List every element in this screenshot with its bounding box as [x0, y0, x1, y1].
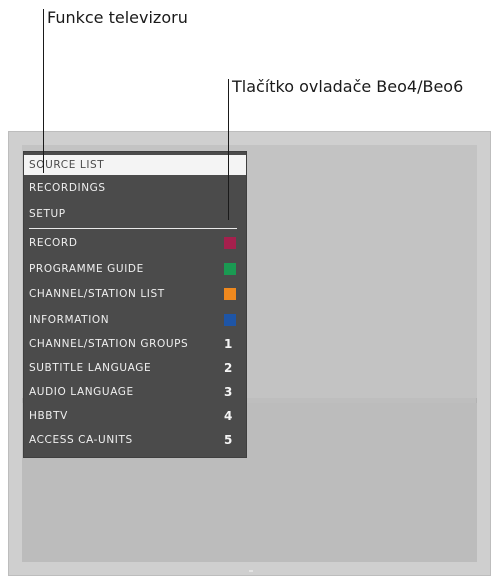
menu-item-subtitle-language[interactable]: SUBTITLE LANGUAGE 2 — [24, 358, 246, 378]
menu-item-label: AUDIO LANGUAGE — [29, 386, 134, 398]
menu-item-label: PROGRAMME GUIDE — [29, 263, 144, 275]
yellow-button-icon — [224, 288, 236, 300]
menu-item-setup[interactable]: SETUP — [24, 204, 246, 224]
menu-item-channel-station-groups[interactable]: CHANNEL/STATION GROUPS 1 — [24, 334, 246, 354]
menu-item-programme-guide[interactable]: PROGRAMME GUIDE — [24, 259, 246, 279]
menu-divider — [29, 228, 237, 229]
menu-item-label: HBBTV — [29, 410, 68, 422]
diagram: Funkce televizoru Tlačítko ovladače Beo4… — [0, 0, 500, 581]
menu-item-source-list[interactable]: SOURCE LIST — [24, 155, 246, 175]
menu-item-channel-station-list[interactable]: CHANNEL/STATION LIST — [24, 284, 246, 304]
menu-item-label: RECORDINGS — [29, 182, 106, 194]
menu-item-information[interactable]: INFORMATION — [24, 310, 246, 330]
on-screen-menu: SOURCE LIST RECORDINGS SETUP RECORD PROG… — [24, 152, 246, 457]
menu-item-key: 5 — [224, 433, 233, 447]
remote-button-label: Tlačítko ovladače Beo4/Beo6 — [232, 77, 464, 96]
menu-item-audio-language[interactable]: AUDIO LANGUAGE 3 — [24, 382, 246, 402]
menu-item-label: SETUP — [29, 208, 66, 220]
red-button-icon — [224, 237, 236, 249]
blue-button-icon — [224, 314, 236, 326]
menu-item-recordings[interactable]: RECORDINGS — [24, 178, 246, 198]
menu-item-access-ca-units[interactable]: ACCESS CA-UNITS 5 — [24, 430, 246, 450]
menu-item-label: SOURCE LIST — [29, 159, 105, 171]
tv-indicator — [249, 570, 253, 572]
menu-item-label: SUBTITLE LANGUAGE — [29, 362, 152, 374]
menu-item-label: INFORMATION — [29, 314, 110, 326]
tv-functions-label: Funkce televizoru — [47, 8, 188, 27]
menu-item-hbbtv[interactable]: HBBTV 4 — [24, 406, 246, 426]
menu-item-key: 3 — [224, 385, 233, 399]
menu-item-label: CHANNEL/STATION LIST — [29, 288, 165, 300]
menu-item-label: ACCESS CA-UNITS — [29, 434, 133, 446]
menu-item-label: CHANNEL/STATION GROUPS — [29, 338, 189, 350]
green-button-icon — [224, 263, 236, 275]
menu-item-key: 2 — [224, 361, 233, 375]
tv-functions-leader-line — [43, 9, 44, 173]
menu-item-label: RECORD — [29, 237, 78, 249]
menu-item-record[interactable]: RECORD — [24, 233, 246, 253]
menu-item-key: 4 — [224, 409, 233, 423]
remote-button-leader-line — [228, 79, 229, 220]
menu-item-key: 1 — [224, 337, 233, 351]
